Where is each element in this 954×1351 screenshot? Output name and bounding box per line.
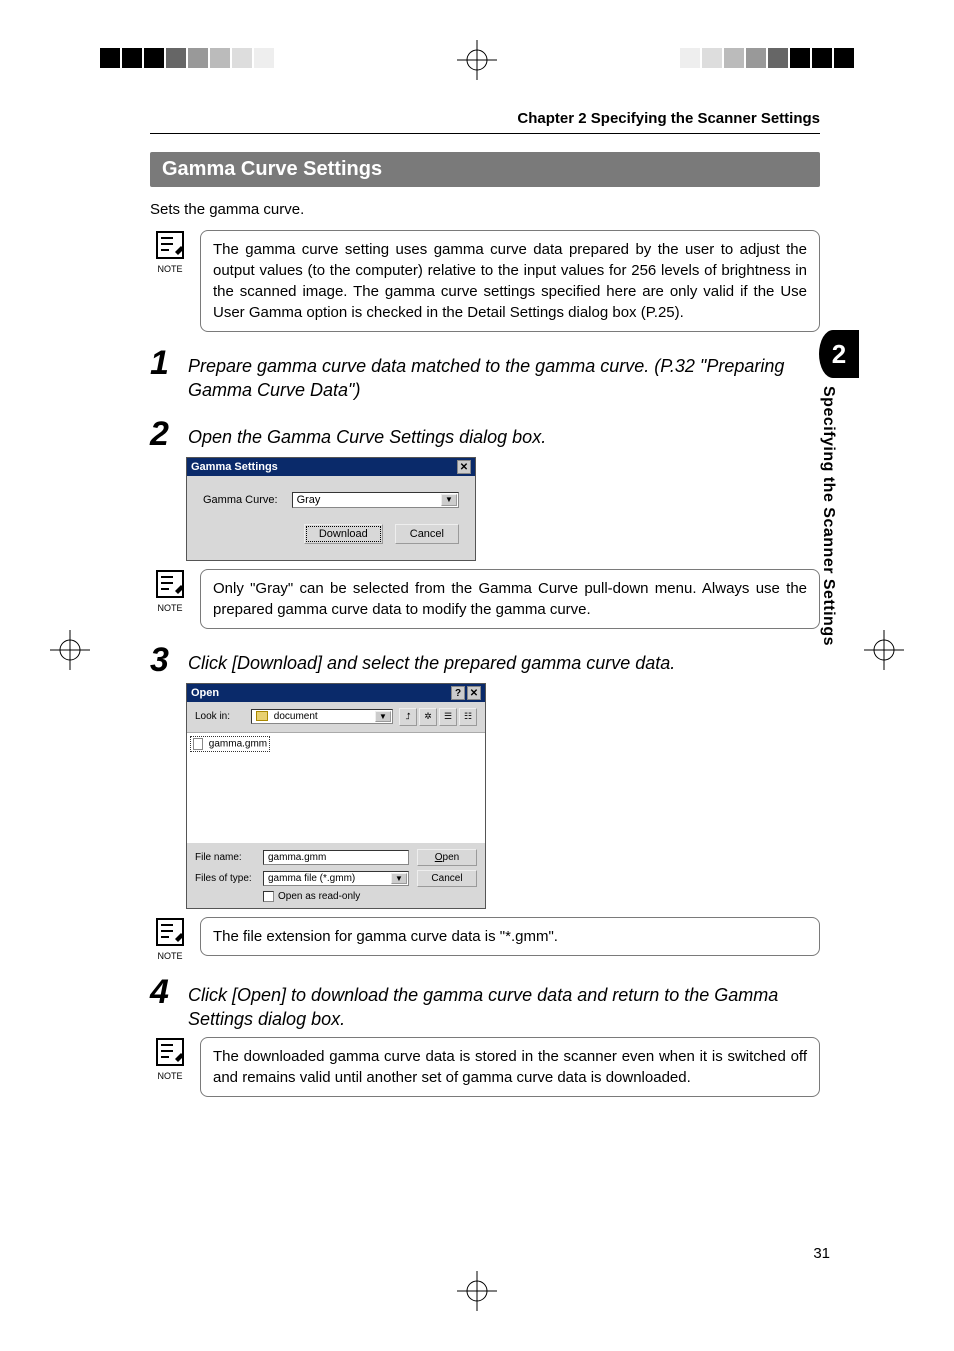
gamma-dialog-title: Gamma Settings	[191, 461, 278, 473]
registration-mark-top	[457, 40, 497, 80]
look-in-label: Look in:	[195, 711, 245, 722]
file-name-input[interactable]	[263, 850, 409, 865]
cancel-button[interactable]: Cancel	[395, 524, 459, 544]
note-text-3: The file extension for gamma curve data …	[200, 917, 820, 956]
gamma-curve-label: Gamma Curve:	[203, 494, 278, 506]
step-number-3: 3	[150, 643, 180, 677]
chevron-down-icon[interactable]: ▼	[391, 873, 407, 884]
file-name-label: File name:	[195, 852, 255, 863]
readonly-checkbox[interactable]	[263, 891, 274, 902]
note-label: NOTE	[150, 264, 190, 274]
gamma-curve-value: Gray	[297, 494, 321, 506]
step-text-3: Click [Download] and select the prepared…	[188, 643, 820, 675]
close-icon[interactable]: ✕	[467, 686, 481, 700]
file-list-area[interactable]: gamma.gmm	[187, 733, 485, 843]
chevron-down-icon[interactable]: ▼	[441, 494, 457, 506]
crop-marks-right	[680, 48, 854, 68]
note-icon: NOTE	[150, 569, 190, 613]
new-folder-icon[interactable]: ✲	[419, 708, 437, 726]
step-text-4: Click [Open] to download the gamma curve…	[188, 975, 820, 1032]
file-cancel-button[interactable]: Cancel	[417, 870, 477, 887]
look-in-value: document	[274, 711, 318, 722]
note-text-2: Only "Gray" can be selected from the Gam…	[200, 569, 820, 629]
registration-mark-right	[864, 630, 904, 670]
open-dialog-title: Open	[191, 687, 219, 699]
note-icon: NOTE	[150, 1037, 190, 1081]
open-file-dialog: Open ? ✕ Look in: document ▼ ⮥ ✲ ☰ ☷	[186, 683, 486, 909]
step-text-1: Prepare gamma curve data matched to the …	[188, 346, 820, 403]
file-type-value: gamma file (*.gmm)	[268, 873, 355, 884]
step-text-2: Open the Gamma Curve Settings dialog box…	[188, 417, 820, 449]
page-number: 31	[813, 1245, 830, 1262]
download-button[interactable]: Download	[304, 524, 383, 544]
detail-view-icon[interactable]: ☷	[459, 708, 477, 726]
open-button[interactable]: OOpenpen	[417, 849, 477, 866]
file-icon	[193, 738, 203, 750]
step-number-1: 1	[150, 346, 180, 380]
note-label: NOTE	[150, 1071, 190, 1081]
step-number-2: 2	[150, 417, 180, 451]
note-icon: NOTE	[150, 230, 190, 274]
readonly-label: Open as read-only	[278, 891, 360, 902]
chapter-side-title: Specifying the Scanner Settings	[819, 386, 837, 666]
gamma-curve-select[interactable]: Gray ▼	[292, 492, 459, 508]
crop-marks-left	[100, 48, 274, 68]
chapter-side-tab: 2 Specifying the Scanner Settings	[819, 330, 859, 666]
file-type-label: Files of type:	[195, 873, 255, 884]
file-list-item[interactable]: gamma.gmm	[191, 737, 269, 751]
folder-icon	[256, 711, 268, 721]
chevron-down-icon[interactable]: ▼	[375, 711, 391, 722]
step-number-4: 4	[150, 975, 180, 1009]
chapter-header: Chapter 2 Specifying the Scanner Setting…	[150, 110, 820, 134]
list-view-icon[interactable]: ☰	[439, 708, 457, 726]
note-label: NOTE	[150, 603, 190, 613]
registration-mark-left	[50, 630, 90, 670]
help-icon[interactable]: ?	[451, 686, 465, 700]
close-icon[interactable]: ✕	[457, 460, 471, 474]
chapter-number-badge: 2	[819, 330, 859, 378]
file-item-name: gamma.gmm	[209, 738, 267, 749]
gamma-settings-dialog: Gamma Settings ✕ Gamma Curve: Gray ▼ Dow…	[186, 457, 476, 561]
file-type-select[interactable]: gamma file (*.gmm) ▼	[263, 871, 409, 886]
intro-text: Sets the gamma curve.	[150, 201, 820, 218]
note-icon: NOTE	[150, 917, 190, 961]
look-in-select[interactable]: document ▼	[251, 709, 393, 724]
up-folder-icon[interactable]: ⮥	[399, 708, 417, 726]
note-text-1: The gamma curve setting uses gamma curve…	[200, 230, 820, 332]
note-label: NOTE	[150, 951, 190, 961]
registration-mark-bottom	[457, 1271, 497, 1311]
note-text-4: The downloaded gamma curve data is store…	[200, 1037, 820, 1097]
section-title: Gamma Curve Settings	[150, 152, 820, 187]
